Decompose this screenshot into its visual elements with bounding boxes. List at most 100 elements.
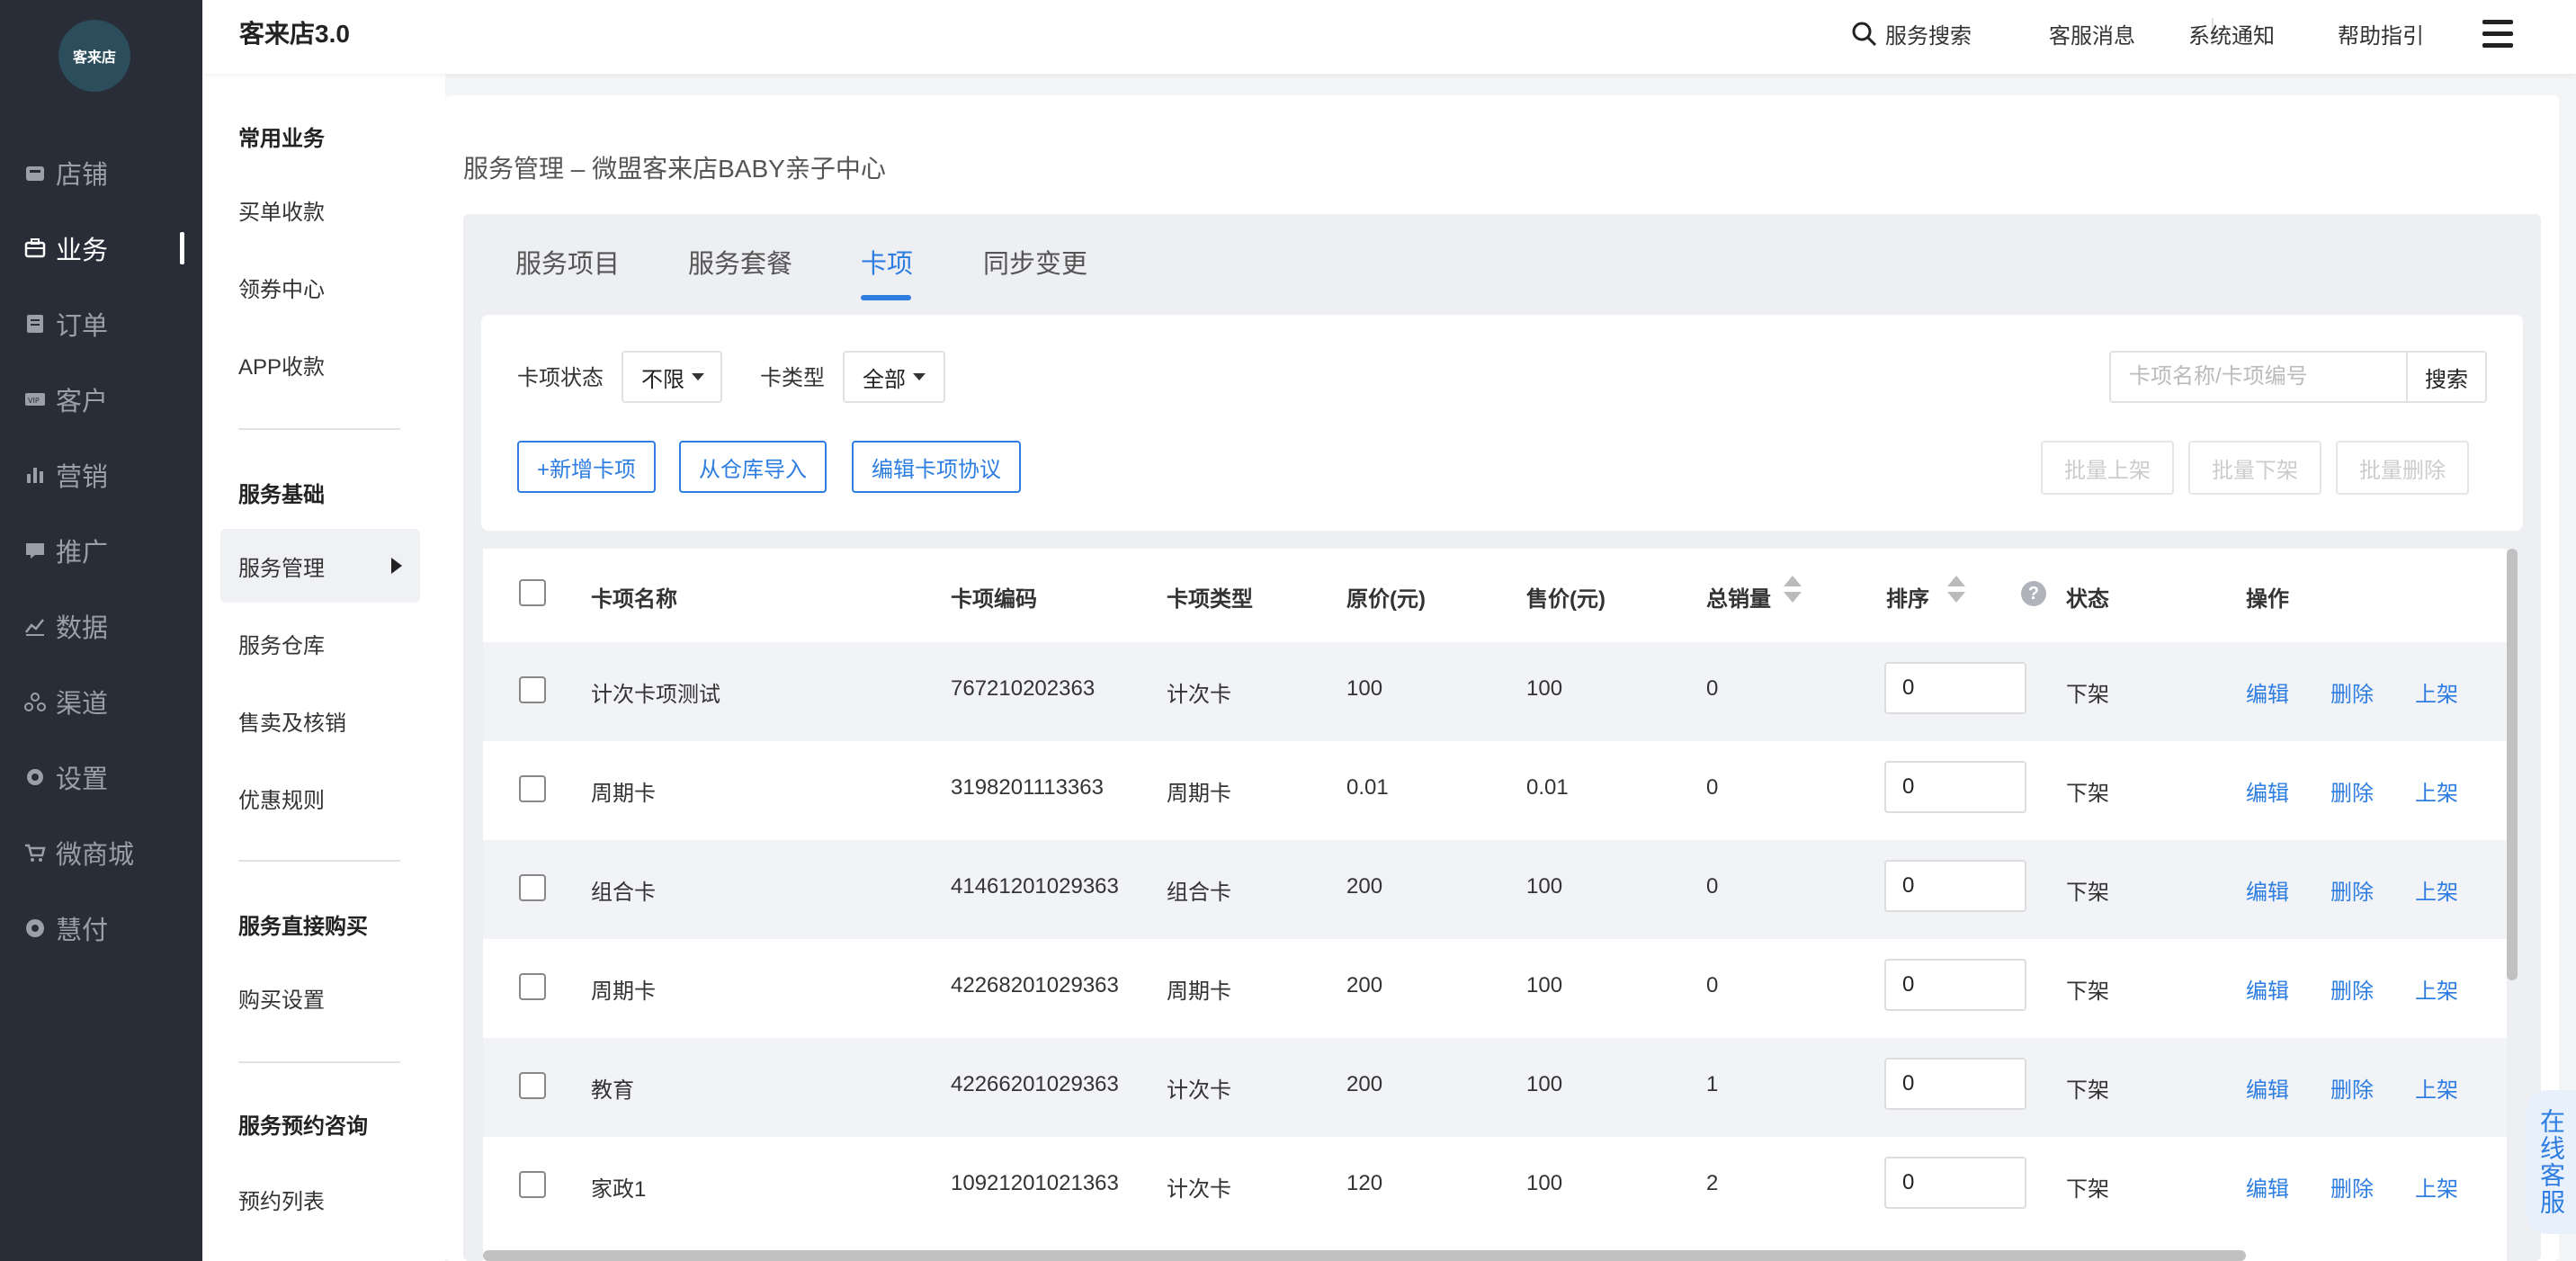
horizontal-scrollbar[interactable] (483, 1250, 2246, 1261)
hamburger-menu-icon[interactable] (2482, 20, 2513, 49)
cell-type: 周期卡 (1167, 782, 1231, 806)
row-checkbox[interactable] (519, 874, 546, 901)
nav-item-store[interactable]: 店铺 (0, 146, 202, 200)
menu-item-checkout[interactable]: 买单收款 (220, 173, 420, 246)
menu-item-purchase-settings[interactable]: 购买设置 (220, 961, 420, 1034)
cell-sales: 1 (1706, 1072, 1719, 1096)
cell-name: 组合卡 (591, 881, 656, 905)
nav-item-data[interactable]: 数据 (0, 599, 202, 653)
cs-message-link[interactable]: 客服消息 (2049, 18, 2135, 49)
cell-price: 100 (1526, 1072, 1563, 1096)
nav-item-customers[interactable]: VIP 客户 (0, 372, 202, 426)
col-sales: 总销量 (1706, 587, 1771, 612)
menu-item-service-warehouse[interactable]: 服务仓库 (220, 606, 420, 680)
edit-link[interactable]: 编辑 (2246, 973, 2289, 1005)
edit-card-protocol-button[interactable]: 编辑卡项协议 (852, 441, 1021, 493)
cell-code: 41461201029363 (951, 874, 1119, 899)
on-shelf-link[interactable]: 上架 (2415, 676, 2458, 708)
select-all-checkbox[interactable] (519, 579, 546, 606)
menu-item-service-management[interactable]: 服务管理 (220, 529, 420, 603)
nav-item-orders[interactable]: 订单 (0, 297, 202, 351)
service-search-button[interactable]: 服务搜索 (1851, 18, 1972, 49)
delete-link[interactable]: 删除 (2330, 1171, 2374, 1203)
cell-sales: 2 (1706, 1171, 1719, 1195)
online-customer-service-button[interactable]: 在线客服 (2526, 1090, 2576, 1234)
table-row: 周期卡 3198201113363 周期卡 0.01 0.01 0 0 下架 编… (483, 741, 2507, 840)
cell-status: 下架 (2066, 881, 2109, 905)
on-shelf-link[interactable]: 上架 (2415, 1072, 2458, 1104)
cell-type: 周期卡 (1167, 979, 1231, 1004)
tab-cards[interactable]: 卡项 (861, 243, 913, 281)
briefcase-icon (23, 237, 47, 260)
edit-link[interactable]: 编辑 (2246, 676, 2289, 708)
delete-link[interactable]: 删除 (2330, 973, 2374, 1005)
cell-name: 周期卡 (591, 979, 656, 1004)
help-guide-link[interactable]: 帮助指引 (2338, 18, 2424, 49)
help-question-icon[interactable]: ? (2021, 581, 2046, 606)
col-status: 状态 (2066, 587, 2109, 612)
sort-value: 0 (1902, 873, 1915, 898)
card-type-select[interactable]: 全部 (843, 351, 945, 403)
active-tab-underline (861, 295, 911, 300)
cell-code: 10921201021363 (951, 1171, 1119, 1195)
import-from-warehouse-button[interactable]: 从仓库导入 (679, 441, 827, 493)
edit-link[interactable]: 编辑 (2246, 1171, 2289, 1203)
menu-item-discount-rules[interactable]: 优惠规则 (220, 761, 420, 835)
row-checkbox[interactable] (519, 1171, 546, 1198)
menu-item-app-checkout[interactable]: APP收款 (220, 327, 420, 401)
batch-delete-button[interactable]: 批量删除 (2336, 441, 2469, 495)
cell-name: 周期卡 (591, 782, 656, 806)
on-shelf-link[interactable]: 上架 (2415, 973, 2458, 1005)
tab-service-items[interactable]: 服务项目 (515, 243, 620, 281)
search-button[interactable]: 搜索 (2406, 351, 2487, 403)
nav-item-channels[interactable]: 渠道 (0, 675, 202, 729)
sort-input[interactable]: 0 (1884, 1157, 2026, 1209)
add-card-button[interactable]: +新增卡项 (517, 441, 657, 493)
row-checkbox[interactable] (519, 973, 546, 1000)
batch-on-shelf-button[interactable]: 批量上架 (2041, 441, 2174, 495)
edit-link[interactable]: 编辑 (2246, 1072, 2289, 1104)
edit-link[interactable]: 编辑 (2246, 775, 2289, 807)
nav-item-settings[interactable]: 设置 (0, 750, 202, 804)
system-notice-link[interactable]: 系统通知 (2188, 18, 2275, 49)
on-shelf-link[interactable]: 上架 (2415, 1171, 2458, 1203)
sort-order-icon[interactable] (1947, 576, 1965, 606)
nav-item-mall[interactable]: 微商城 (0, 826, 202, 880)
sort-sales-icon[interactable] (1784, 576, 1802, 606)
tab-service-packages[interactable]: 服务套餐 (688, 243, 792, 281)
nav-item-promotion[interactable]: 推广 (0, 523, 202, 577)
nav-item-marketing[interactable]: 营销 (0, 448, 202, 502)
row-checkbox[interactable] (519, 775, 546, 802)
col-type: 卡项类型 (1167, 587, 1253, 612)
card-status-select[interactable]: 不限 (622, 351, 722, 403)
menu-item-sales-verification[interactable]: 售卖及核销 (220, 684, 420, 757)
menu-item-coupon-center[interactable]: 领券中心 (220, 250, 420, 324)
sort-input[interactable]: 0 (1884, 959, 2026, 1011)
tab-sync-changes[interactable]: 同步变更 (983, 243, 1087, 281)
menu-item-reservation-list[interactable]: 预约列表 (220, 1162, 420, 1236)
sort-value: 0 (1902, 774, 1915, 799)
svg-text:VIP: VIP (28, 397, 40, 405)
delete-link[interactable]: 删除 (2330, 1072, 2374, 1104)
sort-input[interactable]: 0 (1884, 1058, 2026, 1110)
sort-input[interactable]: 0 (1884, 860, 2026, 912)
card-search-input[interactable] (2109, 351, 2406, 403)
on-shelf-link[interactable]: 上架 (2415, 775, 2458, 807)
on-shelf-link[interactable]: 上架 (2415, 874, 2458, 906)
vertical-scrollbar[interactable] (2507, 549, 2518, 980)
nav-label: 营销 (56, 463, 109, 492)
delete-link[interactable]: 删除 (2330, 775, 2374, 807)
delete-link[interactable]: 删除 (2330, 874, 2374, 906)
main-content: 服务管理 – 微盟客来店BABY亲子中心 服务项目 服务套餐 卡项 同步变更 卡… (445, 74, 2576, 1261)
batch-off-shelf-button[interactable]: 批量下架 (2188, 441, 2321, 495)
cell-code: 3198201113363 (951, 775, 1104, 800)
brand-logo[interactable]: 客来店 (58, 20, 130, 92)
nav-item-pay[interactable]: 慧付 (0, 901, 202, 955)
nav-item-business[interactable]: 业务 (0, 221, 202, 275)
row-checkbox[interactable] (519, 676, 546, 703)
sort-input[interactable]: 0 (1884, 761, 2026, 813)
delete-link[interactable]: 删除 (2330, 676, 2374, 708)
sort-input[interactable]: 0 (1884, 662, 2026, 714)
row-checkbox[interactable] (519, 1072, 546, 1099)
edit-link[interactable]: 编辑 (2246, 874, 2289, 906)
